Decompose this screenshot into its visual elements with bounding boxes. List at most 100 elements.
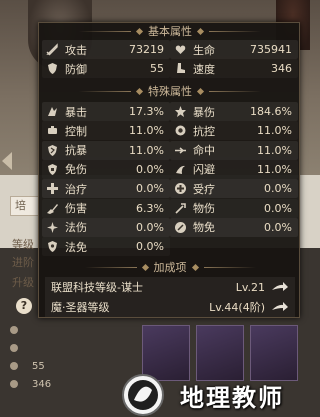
stat-value: 346 [271,62,292,76]
watermark-text: 地理教师 [180,384,284,412]
stat-value: 11.0% [257,124,292,138]
bg-label-upgrade: 升级 [12,276,34,289]
crit-damage-icon [174,105,187,118]
watermark: 地理教师 [122,374,320,417]
stat-value: 17.3% [129,105,164,118]
sword-icon [46,43,59,56]
help-icon[interactable]: ? [16,298,32,314]
stat-label: 闪避 [193,163,215,177]
damage-icon [46,202,59,215]
stat-value: 735941 [250,43,292,56]
tab-cultivate[interactable]: 培 [10,196,40,216]
stat-value: 0.0% [136,240,164,254]
stat-label: 暴击 [65,105,87,119]
stat-cell: 物伤 0.0% [170,199,298,218]
summary-row: 55 [10,359,45,373]
stat-value: 0.0% [136,182,164,196]
stat-value: 11.0% [257,162,292,176]
physical-immunity-icon [174,221,187,234]
stat-dot-icon [10,380,18,388]
stat-label: 受疗 [193,182,215,196]
bonus-row-artifact[interactable]: 魔·圣器等级 Lv.44(4阶) [45,297,295,317]
stat-label: 攻击 [65,43,87,57]
anti-crit-icon [46,144,59,157]
jump-arrow-icon[interactable] [271,301,289,313]
stat-cell: 攻击 73219 [42,40,170,59]
magic-damage-icon [46,221,59,234]
bg-label-level: 等级 [12,238,34,251]
bonus-label: 联盟科技等级-谋士 [51,281,143,294]
summary-row: 346 [10,377,51,391]
bonus-row-alliance-tech[interactable]: 联盟科技等级-谋士 Lv.21 [45,277,295,297]
stat-value: 73219 [129,43,164,56]
crit-icon [46,105,59,118]
stat-value: 6.3% [136,201,164,215]
stat-cell: 受疗 0.0% [170,179,298,199]
control-icon [46,124,59,137]
stat-value: 184.6% [250,105,292,118]
stat-cell: 伤害 6.3% [42,199,170,218]
stat-label: 物伤 [193,202,215,215]
stat-label: 伤害 [65,202,87,215]
stat-cell: 法免 0.0% [42,237,170,256]
stat-label: 抗控 [193,124,215,138]
stat-cell: 闪避 11.0% [170,160,298,179]
stat-cell: 暴伤 184.6% [170,102,298,121]
stat-label: 法伤 [65,221,87,235]
stat-cell: 治疗 0.0% [42,179,170,199]
stat-label: 暴伤 [193,105,215,119]
stat-cell: 抗控 11.0% [170,121,298,140]
stat-value: 0.0% [136,162,164,176]
stat-label: 抗暴 [65,144,87,158]
stat-value: 55 [150,62,164,76]
tab-cultivate-label: 培 [15,199,26,212]
jump-arrow-icon[interactable] [271,281,289,293]
dodge-icon [174,163,187,176]
stat-value: 0.0% [264,201,292,215]
stat-label: 命中 [193,144,215,158]
prev-arrow-icon[interactable] [2,152,12,170]
heart-icon [174,43,187,56]
stat-dot-icon [10,344,18,352]
bonus-level: Lv.44(4阶) [209,301,265,314]
heal-icon [46,182,59,195]
magic-immunity-icon [46,240,59,253]
stat-label: 速度 [193,62,215,76]
section-basic-title: 基本属性 [39,23,301,39]
stat-value: 11.0% [129,143,164,157]
bonus-level: Lv.21 [235,280,265,294]
stat-label: 物免 [193,221,215,235]
stat-cell: 法伤 0.0% [42,217,170,237]
equipment-card[interactable] [196,325,244,381]
section-special-title: 特殊属性 [39,83,301,99]
stat-label: 免伤 [65,163,87,177]
stat-value: 0.0% [136,220,164,234]
summary-value: 55 [32,360,45,372]
stat-label: 法免 [65,240,87,254]
stat-value: 0.0% [264,220,292,234]
section-bonus-title-text: 加成项 [153,261,187,274]
section-bonus-title: 加成项 [39,259,301,275]
stat-cell: 防御 55 [42,59,170,78]
stat-cell: 暴击 17.3% [42,102,170,121]
stat-cell: 免伤 0.0% [42,160,170,179]
summary-row [10,323,18,337]
stat-dot-icon [10,362,18,370]
stat-cell: 控制 11.0% [42,121,170,140]
equipment-card[interactable] [250,325,298,381]
stat-cell: 物免 0.0% [170,217,298,237]
stat-cell: 速度 346 [170,59,298,78]
stat-cell: 生命 735941 [170,40,298,59]
resist-icon [174,124,187,137]
boot-icon [174,62,187,75]
stat-label: 治疗 [65,182,87,196]
equipment-card[interactable] [142,325,190,381]
shield-icon [46,62,59,75]
attribute-detail-popup: 基本属性 攻击 73219 生命 735941 防御 55 速度 346 特殊属性 暴击 17.… [38,22,300,318]
bg-label-advance: 进阶 [12,256,34,269]
section-special-title-text: 特殊属性 [148,85,192,98]
bonus-label: 魔·圣器等级 [51,301,110,314]
stat-label: 防御 [65,62,87,76]
received-heal-icon [174,182,187,195]
stat-label: 生命 [193,43,215,57]
